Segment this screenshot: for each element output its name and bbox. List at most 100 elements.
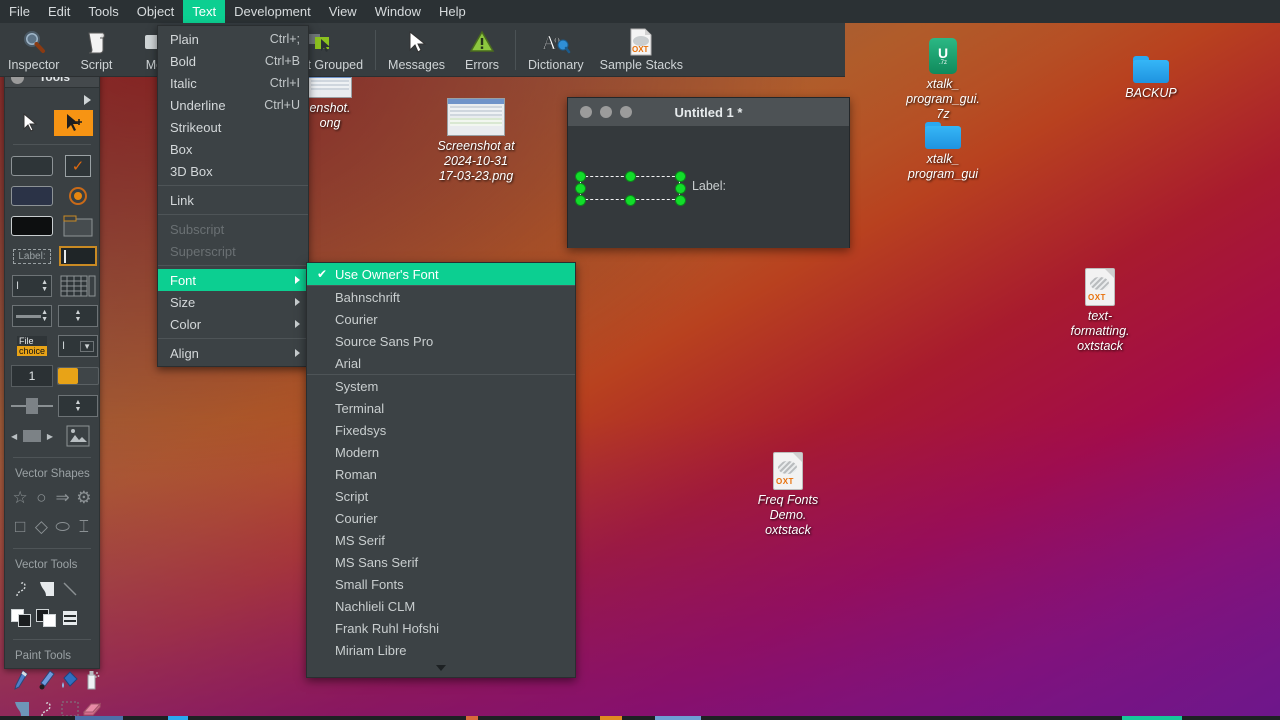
taskbar-item[interactable] [168, 716, 188, 720]
pencil-tool[interactable] [11, 667, 33, 693]
menu-item-bold[interactable]: Bold Ctrl+B [158, 50, 308, 72]
line-color-swatch[interactable] [36, 605, 58, 631]
resize-handle-s[interactable] [626, 196, 635, 205]
diamond-shape-tool[interactable]: ◇ [32, 514, 50, 540]
menubar-item-help[interactable]: Help [430, 0, 475, 23]
checkbox-widget-tool[interactable]: ✓ [57, 153, 99, 179]
selected-label-object[interactable]: Label: [576, 172, 726, 205]
font-item-frank-ruhl-hofshi[interactable]: Frank Ruhl Hofshi [307, 617, 575, 639]
table-widget-tool[interactable] [57, 273, 99, 299]
font-item-terminal[interactable]: Terminal [307, 397, 575, 419]
toolbar-button-script[interactable]: Script [67, 22, 125, 76]
palette-expand-row[interactable] [5, 92, 99, 108]
font-submenu[interactable]: ✔ Use Owner's Font Bahnschrift Courier S… [306, 262, 576, 678]
brush-tool[interactable] [36, 667, 58, 693]
taskbar[interactable] [0, 716, 1280, 720]
font-item-bahnschrift[interactable]: Bahnschrift [307, 286, 575, 308]
desktop-icon-xtalk-folder[interactable]: xtalk_ program_gui [888, 122, 998, 182]
rect-button-tool[interactable] [11, 213, 53, 239]
desktop-icon-freq-fonts-demo-stack[interactable]: OXT Freq Fonts Demo. oxtstack [733, 452, 843, 538]
font-item-fixedsys[interactable]: Fixedsys [307, 419, 575, 441]
taskbar-item[interactable] [1122, 716, 1182, 720]
stepper-widget-tool[interactable]: ▲ ▼ [57, 303, 99, 329]
scroll-down-arrow-icon[interactable] [307, 661, 575, 675]
desktop-icon-xtalk-archive[interactable]: U .7z xtalk_ program_gui. 7z [888, 38, 998, 122]
menu-item-font[interactable]: Font [158, 269, 308, 291]
menu-item-plain[interactable]: Plain Ctrl+; [158, 28, 308, 50]
menu-item-size[interactable]: Size [158, 291, 308, 313]
card-canvas[interactable]: Label: [568, 126, 849, 248]
oval-shape-tool[interactable]: ⬭ [54, 514, 72, 540]
field-widget-tool[interactable] [57, 243, 99, 269]
toolbar-button-errors[interactable]: Errors [453, 22, 511, 76]
pointer-tools-group[interactable] [5, 108, 99, 138]
browse-tool[interactable] [11, 110, 50, 136]
taskbar-item[interactable] [466, 716, 478, 720]
font-item-use-owners-font[interactable]: ✔ Use Owner's Font [307, 263, 575, 285]
paint-tools-group[interactable]: ❂ [5, 665, 102, 720]
image-widget-tool[interactable] [57, 423, 99, 449]
taskbar-item[interactable] [75, 716, 123, 720]
menu-item-link[interactable]: Link [158, 189, 308, 211]
font-item-courier-2[interactable]: Courier [307, 507, 575, 529]
rounded-button-tool[interactable] [11, 183, 53, 209]
taskbar-item[interactable] [655, 716, 701, 720]
resize-handle-n[interactable] [626, 172, 635, 181]
horizontal-scroller-tool[interactable]: ◀ ▶ [11, 423, 53, 449]
menu-bar[interactable]: File Edit Tools Object Text Development … [0, 0, 1280, 23]
tools-palette[interactable]: Tools ✓ Label: I ▲ ▼ ▲ ▼ ▲ ▼ File choice… [4, 66, 102, 717]
toolbar-button-sample-stacks[interactable]: OXT Sample Stacks [592, 22, 691, 76]
menubar-item-tools[interactable]: Tools [79, 0, 127, 23]
number-widget-tool[interactable]: 1 [11, 363, 53, 389]
fill-color-swatch[interactable] [11, 605, 33, 631]
rectangle-shape-tool[interactable]: □ [11, 514, 29, 540]
menubar-item-object[interactable]: Object [128, 0, 184, 23]
font-item-system[interactable]: System [307, 375, 575, 397]
pointer-tool[interactable] [54, 110, 93, 136]
menu-item-strikeout[interactable]: Strikeout [158, 116, 308, 138]
font-item-source-sans-pro[interactable]: Source Sans Pro [307, 330, 575, 352]
pen-path-tool[interactable] [11, 576, 33, 602]
vertical-stepper-tool[interactable]: ▲ ▼ [57, 393, 99, 419]
resize-handle-se[interactable] [676, 196, 685, 205]
font-item-courier[interactable]: Courier [307, 308, 575, 330]
menubar-item-text[interactable]: Text [183, 0, 226, 23]
resize-handle-sw[interactable] [576, 196, 585, 205]
resize-handle-ne[interactable] [676, 172, 685, 181]
arrow-shape-tool[interactable]: ⇒ [54, 485, 72, 511]
menu-item-box[interactable]: Box [158, 138, 308, 160]
toggle-widget-tool[interactable] [57, 363, 99, 389]
menubar-item-development[interactable]: Development [225, 0, 320, 23]
font-item-script[interactable]: Script [307, 485, 575, 507]
desktop-icon-screenshot-file[interactable]: Screenshot at 2024-10-31 17-03-23.png [421, 98, 531, 184]
menu-item-color[interactable]: Color [158, 313, 308, 335]
font-item-ms-sans-serif[interactable]: MS Sans Serif [307, 551, 575, 573]
line-tool[interactable] [61, 576, 79, 602]
text-field-tool[interactable]: I ▲ ▼ [11, 273, 53, 299]
card-window[interactable]: Untitled 1 * Label: [567, 97, 850, 248]
chevron-right-icon[interactable] [84, 95, 91, 105]
text-menu-dropdown[interactable]: Plain Ctrl+; Bold Ctrl+B Italic Ctrl+I U… [157, 25, 309, 367]
font-item-nachlieli-clm[interactable]: Nachlieli CLM [307, 595, 575, 617]
card-titlebar[interactable]: Untitled 1 * [568, 98, 849, 126]
font-item-miriam-libre[interactable]: Miriam Libre [307, 639, 575, 661]
font-item-small-fonts[interactable]: Small Fonts [307, 573, 575, 595]
font-item-ms-serif[interactable]: MS Serif [307, 529, 575, 551]
paint-bucket-tool[interactable] [61, 667, 79, 693]
toolbar-button-inspector[interactable]: Inspector [0, 22, 67, 76]
menubar-item-view[interactable]: View [320, 0, 366, 23]
menu-item-align[interactable]: Align [158, 342, 308, 364]
toolbar-button-dictionary[interactable]: A o Dictionary [520, 22, 592, 76]
polygon-fill-tool[interactable] [36, 576, 58, 602]
vector-tools-group[interactable] [5, 574, 99, 633]
toolbar-button-messages[interactable]: Messages [380, 22, 453, 76]
radio-widget-tool[interactable] [57, 183, 99, 209]
resize-handle-nw[interactable] [576, 172, 585, 181]
desktop-icon-backup-folder[interactable]: BACKUP [1096, 56, 1206, 101]
vector-shapes-group[interactable]: ☆ ○ ⇒ ⚙ □ ◇ ⬭ ⌶ [5, 483, 99, 542]
main-toolbar[interactable]: Inspector Script Me Edit Group [0, 23, 845, 77]
spray-can-tool[interactable] [82, 667, 102, 693]
desktop-icon-text-formatting-stack[interactable]: OXT text-formatting. oxtstack [1045, 268, 1155, 354]
font-item-roman[interactable]: Roman [307, 463, 575, 485]
gear-shape-tool[interactable]: ⚙ [75, 485, 93, 511]
